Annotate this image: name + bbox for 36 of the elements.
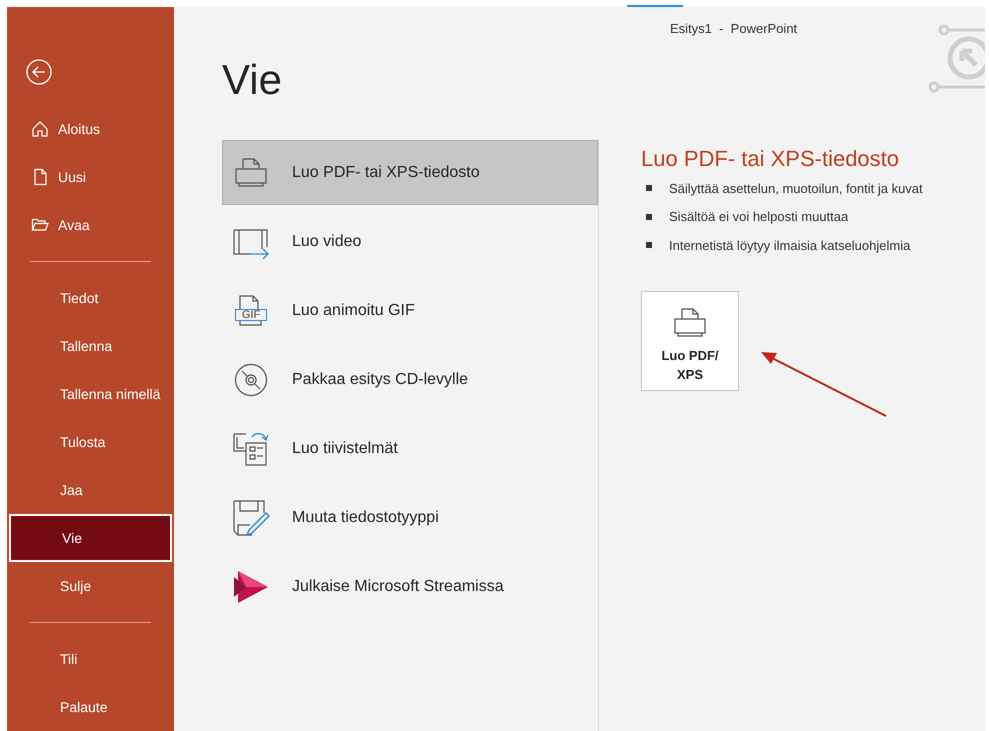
page-title: Vie <box>222 59 282 101</box>
handouts-icon <box>232 430 270 466</box>
section-heading: Luo PDF- tai XPS-tiedosto <box>641 145 900 172</box>
bullet-text: Internetistä löytyy ilmaisia katseluohjelmia <box>669 236 910 255</box>
stream-logo-icon <box>234 570 268 602</box>
window-title: Esitys1 - PowerPoint <box>670 20 798 38</box>
sidebar-item[interactable]: Tili <box>7 635 174 683</box>
sidebar-item[interactable]: Tallenna <box>7 322 174 370</box>
bullet-text: Säilyttää asettelun, muotoilun, fontit ja kuvat <box>669 180 923 198</box>
export-option[interactable]: Luo video <box>222 209 598 274</box>
save-edit-icon <box>232 498 270 536</box>
home-icon <box>31 120 49 138</box>
bullet-text: Sisältöä ei voi helposti muuttaa <box>669 208 848 226</box>
back-button[interactable] <box>26 59 52 85</box>
export-option[interactable]: Pakkaa esitys CD-levylle <box>222 347 598 412</box>
export-option[interactable]: Julkaise Microsoft Streamissa <box>222 554 598 619</box>
sidebar-item[interactable]: Aloitus <box>7 105 174 153</box>
bullet-icon <box>646 242 652 248</box>
sidebar-item[interactable]: Tallenna nimellä <box>7 370 174 418</box>
bullet-icon <box>646 214 652 220</box>
export-option[interactable]: Muuta tiedostotyyppi <box>222 485 598 550</box>
sidebar-item[interactable]: Palaute <box>7 683 174 731</box>
sidebar-item[interactable]: Jaa <box>7 466 174 514</box>
bullet-icon <box>646 185 652 192</box>
create-pdf-button[interactable]: Luo PDF/ XPS <box>641 291 739 391</box>
export-option[interactable]: Luo PDF- tai XPS-tiedosto <box>222 140 598 205</box>
disc-icon <box>234 362 268 396</box>
sidebar-item[interactable]: Vie <box>9 514 172 562</box>
export-option[interactable]: GIF Luo animoitu GIF <box>222 278 598 343</box>
sidebar-item[interactable]: Uusi <box>7 153 174 201</box>
printer-icon <box>234 156 268 190</box>
sidebar-item[interactable]: Tiedot <box>7 274 174 322</box>
sidebar-item[interactable]: Avaa <box>7 201 174 249</box>
sidebar-item[interactable]: Tulosta <box>7 418 174 466</box>
sidebar-item[interactable]: Sulje <box>7 562 174 610</box>
export-option[interactable]: Luo tiivistelmät <box>222 416 598 481</box>
